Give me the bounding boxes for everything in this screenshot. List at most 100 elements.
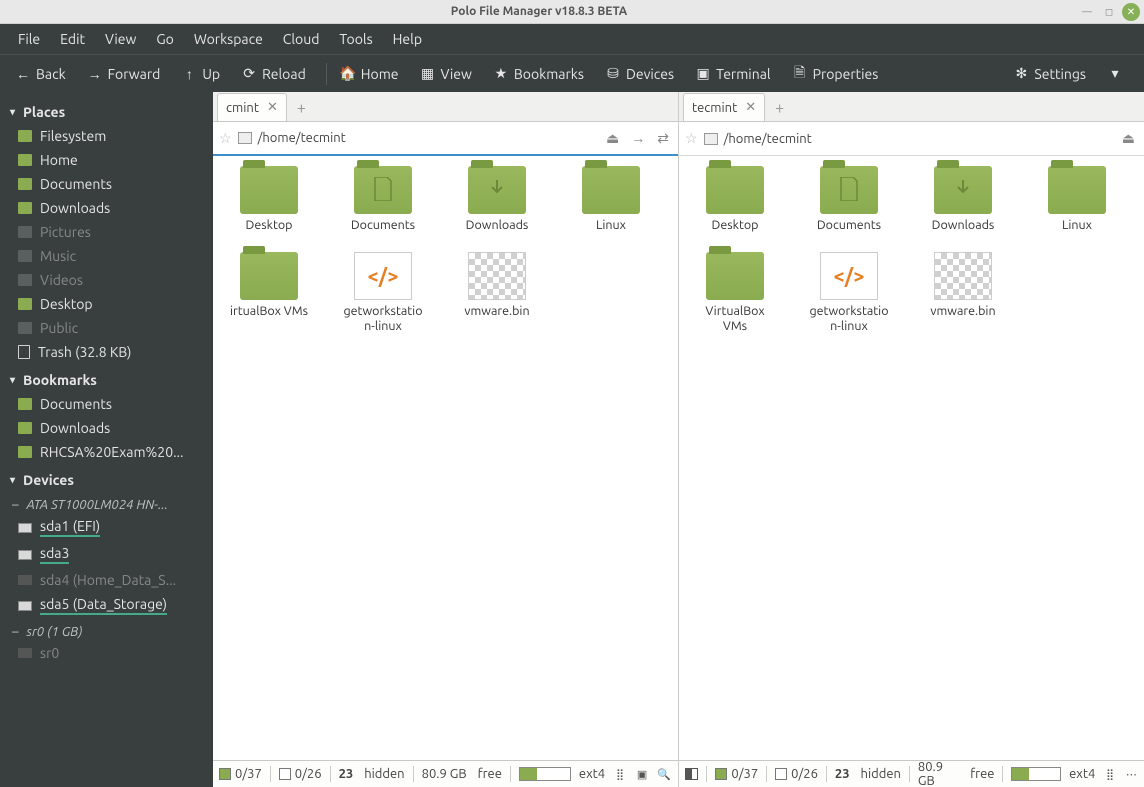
arrow-up-icon: ↑ (182, 67, 196, 81)
gear-icon: ✻ (1014, 67, 1028, 81)
bookmark-item[interactable]: Downloads (0, 416, 213, 440)
star-icon: ★ (494, 67, 508, 81)
place-public[interactable]: Public (0, 316, 213, 340)
file-item[interactable]: Downloads (921, 166, 1005, 234)
file-item[interactable]: Desktop (227, 166, 311, 234)
file-item[interactable]: Documents (807, 166, 891, 234)
bookmark-item[interactable]: RHCSA%20Exam%20... (0, 440, 213, 464)
menu-help[interactable]: Help (383, 27, 432, 51)
arrow-left-icon: ← (16, 67, 30, 81)
minimize-button[interactable]: — (1078, 3, 1096, 21)
tab[interactable]: tecmint✕ (683, 93, 765, 121)
disk-icon (18, 550, 32, 560)
path-text[interactable]: /home/tecmint (724, 132, 1113, 146)
more-icon[interactable]: ⋯ (1125, 767, 1138, 781)
optical-item[interactable]: sr0 (0, 641, 213, 665)
toolbar-menu-button[interactable]: ▾ (1100, 63, 1130, 85)
file-item[interactable]: VirtualBox VMs (693, 252, 777, 335)
statusbar: 0/370/2623 hidden80.9 GB freeext4⣿⋯ (679, 760, 1144, 787)
bookmarks-button[interactable]: ★Bookmarks (486, 62, 592, 86)
partition-item[interactable]: sda3 (0, 541, 213, 568)
file-item[interactable]: Downloads (455, 166, 539, 234)
forward-icon[interactable]: → (628, 130, 648, 146)
file-label: irtualBox VMs (230, 304, 308, 320)
folder-count: 0/37 (731, 767, 758, 781)
place-documents[interactable]: Documents (0, 172, 213, 196)
file-count: 0/26 (295, 767, 322, 781)
place-music[interactable]: Music (0, 244, 213, 268)
place-pictures[interactable]: Pictures (0, 220, 213, 244)
bookmark-star-icon[interactable]: ☆ (685, 130, 698, 147)
folder-icon (18, 154, 32, 166)
terminal-button[interactable]: ▣Terminal (688, 62, 779, 86)
file-item[interactable]: Linux (569, 166, 653, 234)
layout-icon[interactable] (685, 768, 698, 780)
menu-go[interactable]: Go (146, 27, 183, 51)
home-button[interactable]: 🏠Home (333, 62, 407, 86)
file-item[interactable]: irtualBox VMs (227, 252, 311, 335)
file-item[interactable]: Linux (1035, 166, 1119, 234)
maximize-button[interactable]: ◻ (1100, 3, 1118, 21)
forward-button[interactable]: →Forward (80, 62, 169, 86)
menu-workspace[interactable]: Workspace (184, 27, 273, 51)
eject-icon[interactable]: ⏏ (603, 130, 622, 147)
iconview[interactable]: Desktop Documents Downloads Linux irtualBox … (213, 156, 678, 760)
bookmarks-header[interactable]: Bookmarks (0, 364, 213, 392)
folder-icon (240, 166, 298, 214)
file-item[interactable]: Desktop (693, 166, 777, 234)
pane-1: tecmint✕+ ☆ /home/tecmint ⏏ Desktop Documents… (678, 92, 1144, 787)
folder-count-icon (219, 768, 231, 780)
pathbar: ☆ /home/tecmint ⏏ → ⇄ (213, 122, 678, 156)
place-home[interactable]: Home (0, 148, 213, 172)
place-filesystem[interactable]: Filesystem (0, 124, 213, 148)
iconview[interactable]: Desktop Documents Downloads Linux VirtualBox… (679, 156, 1144, 760)
place-desktop[interactable]: Desktop (0, 292, 213, 316)
place-downloads[interactable]: Downloads (0, 196, 213, 220)
code-file-icon: </> (820, 252, 878, 300)
bookmark-star-icon[interactable]: ☆ (219, 130, 232, 147)
menu-cloud[interactable]: Cloud (273, 27, 330, 51)
place-videos[interactable]: Videos (0, 268, 213, 292)
file-item[interactable]: vmware.bin (455, 252, 539, 335)
back-button[interactable]: ←Back (8, 62, 74, 86)
statusbar: 0/370/2623 hidden80.9 GB freeext4⣿▣🔍 (213, 760, 678, 787)
file-item[interactable]: </>getworkstation-linux (341, 252, 425, 335)
reload-button[interactable]: ⟳Reload (234, 62, 314, 86)
settings-button[interactable]: ✻Settings (1006, 62, 1094, 86)
view-button[interactable]: ▦View (413, 62, 480, 86)
partition-item[interactable]: sda5 (Data_Storage) (0, 592, 213, 619)
partition-item[interactable]: sda4 (Home_Data_S... (0, 568, 213, 592)
view-mode-icon[interactable]: ⣿ (613, 767, 627, 781)
pathbar: ☆ /home/tecmint ⏏ (679, 122, 1144, 156)
places-header[interactable]: Places (0, 96, 213, 124)
swap-icon[interactable]: ⇄ (654, 130, 672, 147)
file-item[interactable]: vmware.bin (921, 252, 1005, 335)
file-item[interactable]: </>getworkstation-linux (807, 252, 891, 335)
close-tab-icon[interactable]: ✕ (267, 100, 278, 115)
path-text[interactable]: /home/tecmint (258, 131, 597, 145)
devices-button[interactable]: ⛁Devices (598, 62, 682, 86)
menu-edit[interactable]: Edit (50, 27, 95, 51)
menu-file[interactable]: File (8, 27, 50, 51)
view-mode-icon[interactable]: ⣿ (1103, 767, 1116, 781)
bookmark-item[interactable]: Documents (0, 392, 213, 416)
new-tab-button[interactable]: + (287, 95, 316, 121)
close-tab-icon[interactable]: ✕ (745, 100, 756, 115)
devices-header[interactable]: Devices (0, 464, 213, 492)
terminal-icon[interactable]: ▣ (635, 767, 649, 781)
up-button[interactable]: ↑Up (174, 62, 228, 86)
trash-item[interactable]: Trash (32.8 KB) (0, 340, 213, 364)
partition-item[interactable]: sda1 (EFI) (0, 514, 213, 541)
file-item[interactable]: Documents (341, 166, 425, 234)
search-icon[interactable]: 🔍 (657, 767, 671, 781)
disk-header[interactable]: ATA ST1000LM024 HN-... (0, 492, 213, 514)
properties-button[interactable]: 🗎Properties (785, 62, 887, 86)
tab[interactable]: cmint✕ (217, 93, 287, 121)
menu-view[interactable]: View (95, 27, 146, 51)
optical-header[interactable]: sr0 (1 GB) (0, 619, 213, 641)
menu-tools[interactable]: Tools (329, 27, 382, 51)
new-tab-button[interactable]: + (765, 95, 794, 121)
file-label: Desktop (712, 218, 759, 234)
close-button[interactable]: ✕ (1122, 3, 1140, 21)
eject-icon[interactable]: ⏏ (1119, 130, 1138, 147)
